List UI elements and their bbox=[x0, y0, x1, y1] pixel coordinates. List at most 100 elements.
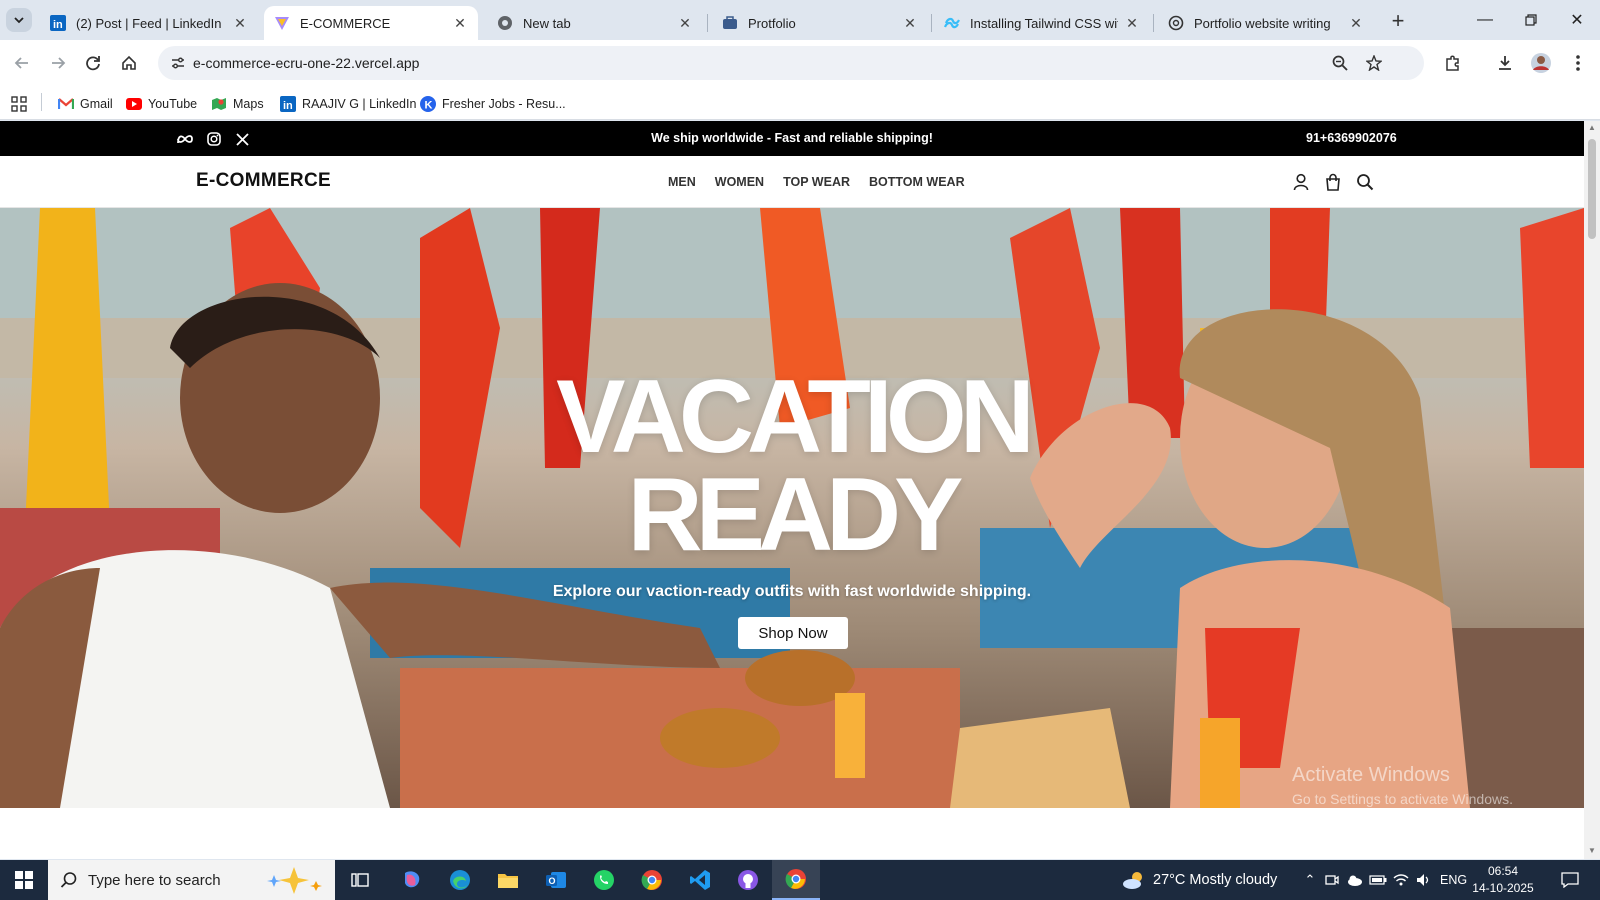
close-tab-icon[interactable]: ✕ bbox=[452, 15, 468, 31]
vscode-app[interactable] bbox=[676, 860, 724, 900]
shop-now-button[interactable]: Shop Now bbox=[738, 617, 848, 649]
page-scrollbar[interactable]: ▲ ▼ bbox=[1584, 121, 1600, 859]
tab-title: Portfolio website writing bbox=[1194, 15, 1331, 31]
tab-protfolio[interactable]: Protfolio ✕ bbox=[712, 6, 928, 40]
edge-app[interactable] bbox=[436, 860, 484, 900]
user-icon[interactable] bbox=[1289, 170, 1313, 194]
scroll-thumb[interactable] bbox=[1588, 139, 1596, 239]
close-tab-icon[interactable]: ✕ bbox=[1124, 15, 1140, 31]
home-icon bbox=[122, 55, 136, 70]
copilot-app[interactable] bbox=[388, 860, 436, 900]
windows-taskbar: Type here to search O 27°C Mostly cloudy… bbox=[0, 860, 1600, 900]
back-button[interactable] bbox=[7, 48, 37, 78]
whatsapp-icon bbox=[594, 870, 614, 890]
bookmark-fresher-jobs[interactable]: K Fresher Jobs - Resu... bbox=[420, 94, 566, 114]
minimize-button[interactable]: — bbox=[1462, 0, 1508, 40]
k-icon: K bbox=[420, 96, 436, 112]
volume-icon[interactable] bbox=[1414, 870, 1434, 890]
chevron-up-icon[interactable]: ⌃ bbox=[1300, 870, 1320, 890]
tab-search-button[interactable] bbox=[6, 8, 32, 32]
extensions-button[interactable] bbox=[1438, 48, 1468, 78]
task-view-button[interactable] bbox=[336, 860, 384, 900]
download-icon bbox=[1499, 56, 1511, 70]
start-button[interactable] bbox=[0, 860, 48, 900]
weather-icon[interactable] bbox=[1120, 870, 1148, 890]
browser-menu-button[interactable] bbox=[1563, 48, 1593, 78]
zoom-icon[interactable] bbox=[1328, 51, 1352, 75]
tab-chatgpt[interactable]: Portfolio website writing ✕ bbox=[1158, 6, 1374, 40]
bookmark-maps[interactable]: Maps bbox=[211, 94, 264, 114]
bookmark-label: RAAJIV G | LinkedIn bbox=[302, 97, 417, 111]
site-info-icon[interactable] bbox=[166, 51, 190, 75]
bookmark-gmail[interactable]: Gmail bbox=[58, 94, 113, 114]
hero-banner: VACATION READY Explore our vaction-ready… bbox=[0, 208, 1584, 808]
close-tab-icon[interactable]: ✕ bbox=[677, 15, 693, 31]
nav-men[interactable]: MEN bbox=[668, 175, 696, 189]
scroll-up-icon[interactable]: ▲ bbox=[1588, 124, 1596, 132]
svg-text:in: in bbox=[53, 19, 63, 31]
apps-button[interactable] bbox=[11, 94, 27, 114]
bookmark-star-icon[interactable] bbox=[1362, 51, 1386, 75]
tab-divider bbox=[1153, 14, 1154, 32]
hero-title-line2: READY bbox=[627, 457, 963, 573]
scroll-down-icon[interactable]: ▼ bbox=[1588, 847, 1596, 855]
battery-icon[interactable] bbox=[1368, 870, 1388, 890]
tab-ecommerce[interactable]: E-COMMERCE ✕ bbox=[264, 6, 478, 40]
close-tab-icon[interactable]: ✕ bbox=[232, 15, 248, 31]
language-indicator[interactable]: ENG bbox=[1440, 873, 1467, 887]
new-tab-button[interactable]: + bbox=[1386, 8, 1410, 33]
weather-text[interactable]: 27°C Mostly cloudy bbox=[1153, 872, 1277, 888]
outlook-icon: O bbox=[546, 872, 566, 888]
url-text[interactable]: e-commerce-ecru-one-22.vercel.app bbox=[193, 55, 419, 71]
openai-icon bbox=[1168, 15, 1184, 31]
tab-title: (2) Post | Feed | LinkedIn bbox=[76, 15, 222, 31]
home-button[interactable] bbox=[114, 48, 144, 78]
meet-now-icon[interactable] bbox=[1322, 870, 1342, 890]
close-window-button[interactable]: ✕ bbox=[1554, 0, 1600, 40]
svg-text:in: in bbox=[283, 100, 293, 112]
kebab-menu-icon bbox=[1576, 55, 1580, 71]
site-logo[interactable]: E-COMMERCE bbox=[196, 170, 331, 192]
forward-button[interactable] bbox=[43, 48, 73, 78]
close-tab-icon[interactable]: ✕ bbox=[1348, 15, 1364, 31]
nav-bottom-wear[interactable]: BOTTOM WEAR bbox=[869, 175, 965, 189]
hero-subtitle: Explore our vaction-ready outfits with f… bbox=[552, 583, 1032, 600]
tab-new-tab[interactable]: New tab ✕ bbox=[487, 6, 703, 40]
copilot-icon bbox=[405, 871, 420, 888]
vercel-icon bbox=[274, 15, 290, 31]
whatsapp-app[interactable] bbox=[580, 860, 628, 900]
chrome-app[interactable] bbox=[628, 860, 676, 900]
sparkle-icon bbox=[267, 867, 322, 894]
puzzle-icon bbox=[1446, 55, 1459, 71]
address-bar[interactable]: e-commerce-ecru-one-22.vercel.app bbox=[158, 46, 1424, 80]
reload-button[interactable] bbox=[78, 48, 108, 78]
main-nav: MEN WOMEN TOP WEAR BOTTOM WEAR bbox=[668, 175, 965, 189]
tab-linkedin[interactable]: in (2) Post | Feed | LinkedIn ✕ bbox=[40, 6, 258, 40]
close-tab-icon[interactable]: ✕ bbox=[902, 15, 918, 31]
github-app[interactable] bbox=[724, 860, 772, 900]
search-icon[interactable] bbox=[1353, 170, 1377, 194]
downloads-button[interactable] bbox=[1490, 48, 1520, 78]
bookmark-linkedin-profile[interactable]: in RAAJIV G | LinkedIn bbox=[280, 94, 416, 114]
notifications-icon[interactable] bbox=[1558, 870, 1582, 890]
chrome-app-active[interactable] bbox=[772, 860, 820, 900]
nav-women[interactable]: WOMEN bbox=[715, 175, 764, 189]
restore-button[interactable] bbox=[1508, 0, 1554, 40]
shopping-bag-icon[interactable] bbox=[1321, 170, 1345, 194]
file-explorer-app[interactable] bbox=[484, 860, 532, 900]
onedrive-icon[interactable] bbox=[1345, 870, 1365, 890]
youtube-icon bbox=[126, 96, 142, 112]
tab-title: E-COMMERCE bbox=[300, 15, 391, 31]
bookmark-youtube[interactable]: YouTube bbox=[126, 94, 197, 114]
tab-tailwind[interactable]: Installing Tailwind CSS with V ✕ bbox=[934, 6, 1150, 40]
outlook-app[interactable]: O bbox=[532, 860, 580, 900]
nav-top-wear[interactable]: TOP WEAR bbox=[783, 175, 850, 189]
wifi-icon[interactable] bbox=[1391, 870, 1411, 890]
tab-title: Installing Tailwind CSS with V bbox=[970, 15, 1118, 31]
clock[interactable]: 06:54 14-10-2025 bbox=[1468, 863, 1538, 897]
chrome-icon bbox=[785, 869, 806, 889]
taskbar-search-box[interactable]: Type here to search bbox=[48, 860, 335, 900]
bookmark-label: Maps bbox=[233, 97, 264, 111]
profile-avatar[interactable] bbox=[1526, 48, 1556, 78]
restore-icon bbox=[1525, 14, 1537, 26]
